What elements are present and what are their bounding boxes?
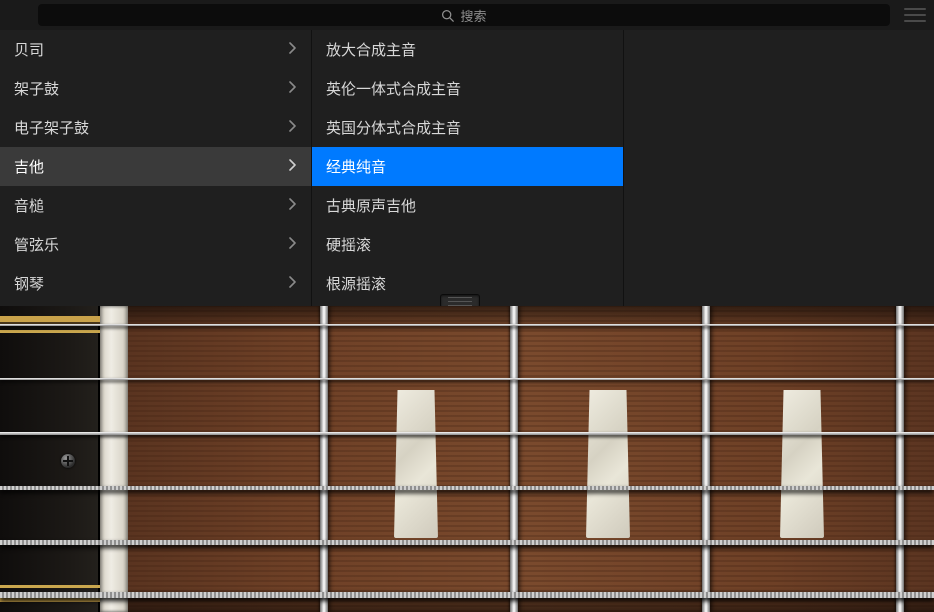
category-item[interactable]: 管弦乐: [0, 225, 311, 264]
chevron-right-icon: [289, 197, 297, 214]
category-item[interactable]: 音槌: [0, 186, 311, 225]
fret-inlay: [780, 390, 824, 538]
category-label: 钢琴: [14, 273, 44, 294]
chevron-right-icon: [289, 41, 297, 58]
sound-browser: 贝司 架子鼓 电子架子鼓 吉他 音槌 管弦乐 钢琴 放大合成主音: [0, 30, 934, 306]
category-label: 管弦乐: [14, 234, 59, 255]
guitar-string-1[interactable]: [0, 324, 934, 326]
preset-label: 根源摇滚: [326, 273, 386, 294]
category-item-selected[interactable]: 吉他: [0, 147, 311, 186]
search-placeholder: 搜索: [460, 6, 486, 25]
category-column: 贝司 架子鼓 电子架子鼓 吉他 音槌 管弦乐 钢琴: [0, 30, 312, 306]
search-field[interactable]: 搜索: [38, 4, 890, 26]
chevron-right-icon: [289, 236, 297, 253]
preset-label: 经典纯音: [326, 156, 386, 177]
preset-item[interactable]: 放大合成主音: [312, 30, 623, 69]
preset-label: 放大合成主音: [326, 39, 416, 60]
guitar-fret: [320, 306, 328, 612]
category-label: 架子鼓: [14, 78, 59, 99]
guitar-fretboard[interactable]: [0, 306, 934, 612]
category-item[interactable]: 电子架子鼓: [0, 108, 311, 147]
fret-inlay: [586, 390, 630, 538]
preset-label: 古典原声吉他: [326, 195, 416, 216]
menu-icon[interactable]: [904, 8, 926, 22]
guitar-fret: [896, 306, 904, 612]
truss-rod-screw-icon: [61, 454, 75, 468]
browser-empty-column: [624, 30, 934, 306]
guitar-string-2[interactable]: [0, 378, 934, 380]
fret-inlay: [394, 390, 438, 538]
preset-item[interactable]: 英国分体式合成主音: [312, 108, 623, 147]
preset-label: 英国分体式合成主音: [326, 117, 461, 138]
guitar-nut: [100, 306, 128, 612]
preset-item[interactable]: 古典原声吉他: [312, 186, 623, 225]
preset-column: 放大合成主音 英伦一体式合成主音 英国分体式合成主音 经典纯音 古典原声吉他 硬…: [312, 30, 624, 306]
chevron-right-icon: [289, 119, 297, 136]
chevron-right-icon: [289, 275, 297, 292]
category-label: 音槌: [14, 195, 44, 216]
category-item[interactable]: 钢琴: [0, 264, 311, 303]
category-item[interactable]: 架子鼓: [0, 69, 311, 108]
category-item[interactable]: 贝司: [0, 30, 311, 69]
guitar-string-4[interactable]: [0, 486, 934, 490]
preset-item-selected[interactable]: 经典纯音: [312, 147, 623, 186]
preset-item[interactable]: 英伦一体式合成主音: [312, 69, 623, 108]
top-bar: 搜索: [0, 0, 934, 30]
guitar-string-3[interactable]: [0, 432, 934, 435]
search-icon: [441, 9, 454, 22]
category-label: 吉他: [14, 156, 44, 177]
guitar-fret: [702, 306, 710, 612]
preset-label: 英伦一体式合成主音: [326, 78, 461, 99]
category-label: 贝司: [14, 39, 44, 60]
chevron-right-icon: [289, 158, 297, 175]
guitar-string-5[interactable]: [0, 540, 934, 545]
category-label: 电子架子鼓: [14, 117, 89, 138]
guitar-string-6[interactable]: [0, 592, 934, 598]
guitar-fret: [510, 306, 518, 612]
chevron-right-icon: [289, 80, 297, 97]
preset-label: 硬摇滚: [326, 234, 371, 255]
preset-item[interactable]: 硬摇滚: [312, 225, 623, 264]
